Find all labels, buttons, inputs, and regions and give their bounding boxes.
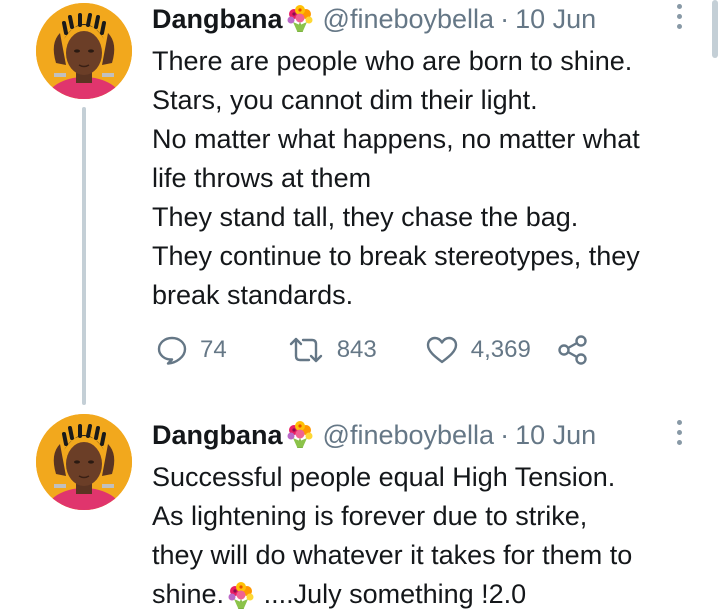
tweet-header: Dangbana @fineboybella · 10 Jun <box>152 0 596 38</box>
author-handle[interactable]: @fineboybella <box>323 420 495 451</box>
tweet[interactable]: Dangbana @fineboybella · 10 Jun There ar… <box>0 0 720 405</box>
tweet-text-line: Stars, you cannot dim their light. <box>152 85 538 115</box>
author-name[interactable]: Dangbana <box>152 420 283 451</box>
separator-dot: · <box>500 419 510 450</box>
bouquet-emoji-icon <box>285 421 315 449</box>
tweet-text-fragment: ....July something !2.0 <box>256 579 527 609</box>
more-options-icon[interactable] <box>672 420 686 450</box>
tweet-text-line: they will do whatever it takes for them … <box>152 540 633 570</box>
like-icon <box>426 336 457 364</box>
author-name[interactable]: Dangbana <box>152 4 283 35</box>
share-icon <box>558 335 587 365</box>
tweet-actions: 74 843 4,369 <box>152 330 589 370</box>
tweet-text-line: No matter what happens, no matter what <box>152 124 640 154</box>
tweet-text-fragment: shine. <box>152 579 225 609</box>
tweet-text-line: shine. ....July something !2.0 <box>152 575 712 614</box>
tweet[interactable]: Dangbana @fineboybella · 10 Jun Successf… <box>0 408 720 612</box>
tweet-date[interactable]: 10 Jun <box>515 4 596 35</box>
tweet-text-line: As lightening is forever due to strike, <box>152 501 588 531</box>
retweet-button[interactable]: 843 <box>287 335 377 365</box>
avatar[interactable] <box>36 414 132 510</box>
tweet-text-line: They stand tall, they chase the bag. <box>152 202 579 232</box>
avatar[interactable] <box>36 3 132 99</box>
tweet-text-line: There are people who are born to shine. <box>152 46 633 76</box>
like-button[interactable]: 4,369 <box>425 335 531 365</box>
tweet-text: There are people who are born to shine. … <box>152 42 712 315</box>
reply-count: 74 <box>200 336 227 363</box>
retweet-icon <box>289 337 322 363</box>
retweet-count: 843 <box>336 336 377 363</box>
share-button[interactable] <box>557 335 589 365</box>
tweet-date[interactable]: 10 Jun <box>515 420 596 451</box>
tweet-text-line: break standards. <box>152 280 354 310</box>
tweet-text: Successful people equal High Tension. As… <box>152 458 712 614</box>
bouquet-emoji-icon <box>285 5 315 33</box>
tweet-text-line: life throws at them <box>152 163 372 193</box>
bouquet-emoji-icon <box>226 582 256 610</box>
author-handle[interactable]: @fineboybella <box>323 4 495 35</box>
reply-icon <box>157 336 187 365</box>
reply-button[interactable]: 74 <box>156 335 227 365</box>
tweet-text-line: Successful people equal High Tension. <box>152 462 616 492</box>
scrollbar[interactable] <box>712 0 718 58</box>
like-count: 4,369 <box>470 336 531 363</box>
tweet-header: Dangbana @fineboybella · 10 Jun <box>152 416 596 454</box>
more-options-icon[interactable] <box>672 4 686 34</box>
tweet-text-line: They continue to break stereotypes, they <box>152 241 640 271</box>
separator-dot: · <box>500 3 510 34</box>
thread-connector-line <box>82 107 86 405</box>
